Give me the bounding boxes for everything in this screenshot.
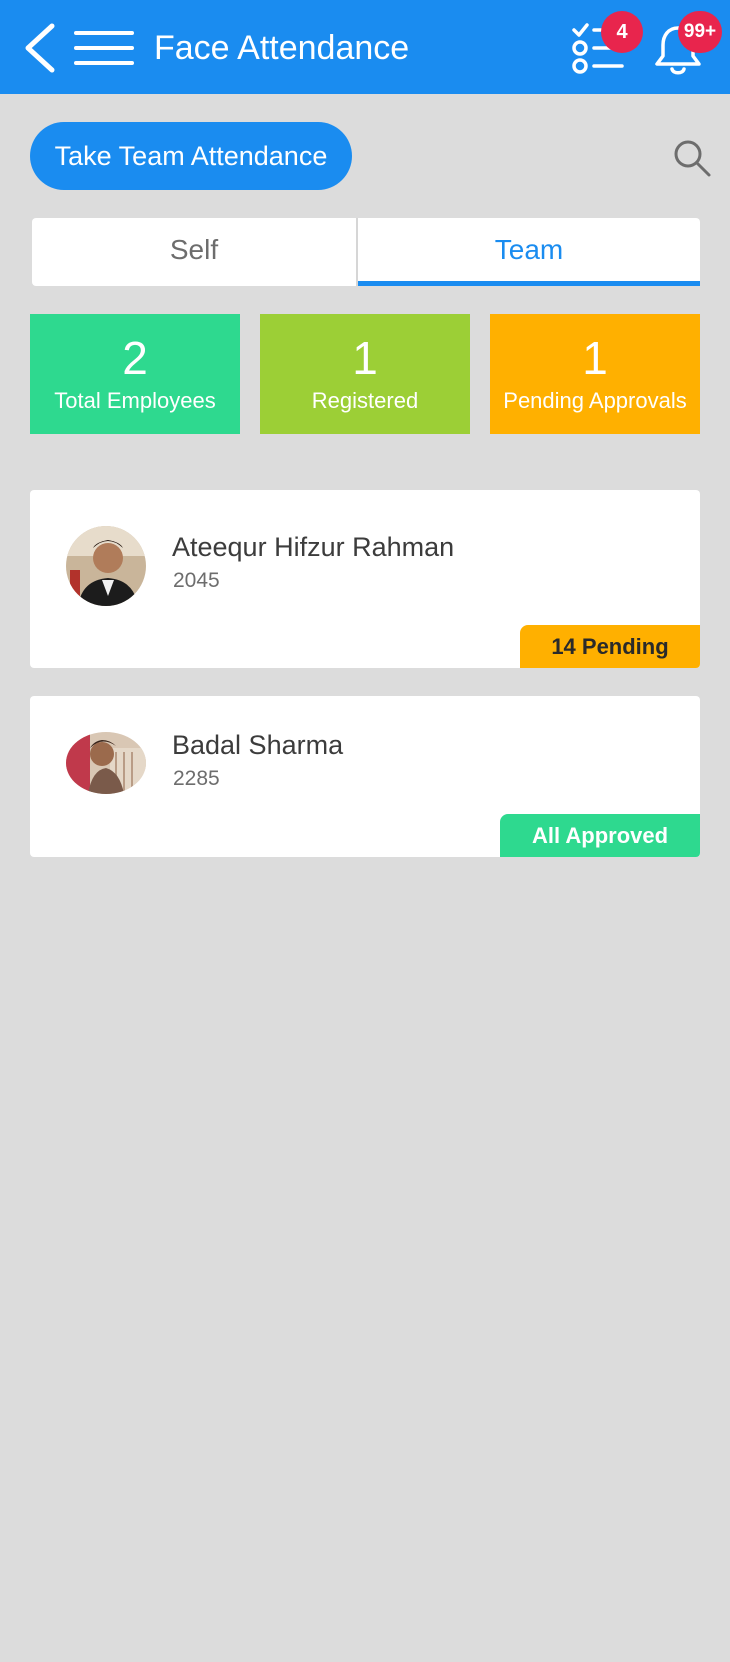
hamburger-menu-icon[interactable]: [74, 30, 134, 66]
page-title: Face Attendance: [154, 29, 410, 67]
take-team-attendance-button[interactable]: Take Team Attendance: [30, 122, 352, 190]
employee-card[interactable]: Badal Sharma 2285 All Approved: [30, 696, 700, 857]
employee-card[interactable]: Ateequr Hifzur Rahman 2045 14 Pending: [30, 490, 700, 668]
notifications-count-badge: 99+: [678, 11, 722, 53]
active-tab-indicator: [358, 281, 700, 286]
pending-approvals-count: 1: [582, 332, 608, 384]
total-employees-label: Total Employees: [54, 388, 216, 413]
tab-self[interactable]: Self: [32, 218, 358, 286]
tasks-count-badge: 4: [601, 11, 643, 53]
tab-team[interactable]: Team: [358, 218, 700, 286]
tab-bar: Self Team: [32, 218, 700, 286]
app-bar: Face Attendance 4 99+: [0, 0, 730, 94]
total-employees-count: 2: [122, 332, 148, 384]
registered-stat[interactable]: 1 Registered: [260, 314, 470, 434]
back-arrow-icon[interactable]: [20, 22, 60, 74]
registered-label: Registered: [311, 388, 419, 413]
pending-approvals-stat[interactable]: 1 Pending Approvals: [490, 314, 700, 434]
employee-id: 2285: [173, 767, 220, 790]
status-badge: 14 Pending: [520, 625, 700, 668]
tab-team-label: Team: [494, 234, 564, 265]
search-icon[interactable]: [672, 138, 712, 178]
total-employees-stat[interactable]: 2 Total Employees: [30, 314, 240, 434]
registered-count: 1: [352, 332, 378, 384]
tab-self-label: Self: [169, 234, 219, 265]
avatar: [66, 526, 146, 606]
pending-approvals-label: Pending Approvals: [503, 388, 687, 413]
employee-id: 2045: [173, 569, 220, 592]
avatar: [66, 732, 146, 794]
status-badge: All Approved: [500, 814, 700, 857]
employee-name: Ateequr Hifzur Rahman: [172, 532, 455, 562]
employee-name: Badal Sharma: [172, 730, 344, 760]
